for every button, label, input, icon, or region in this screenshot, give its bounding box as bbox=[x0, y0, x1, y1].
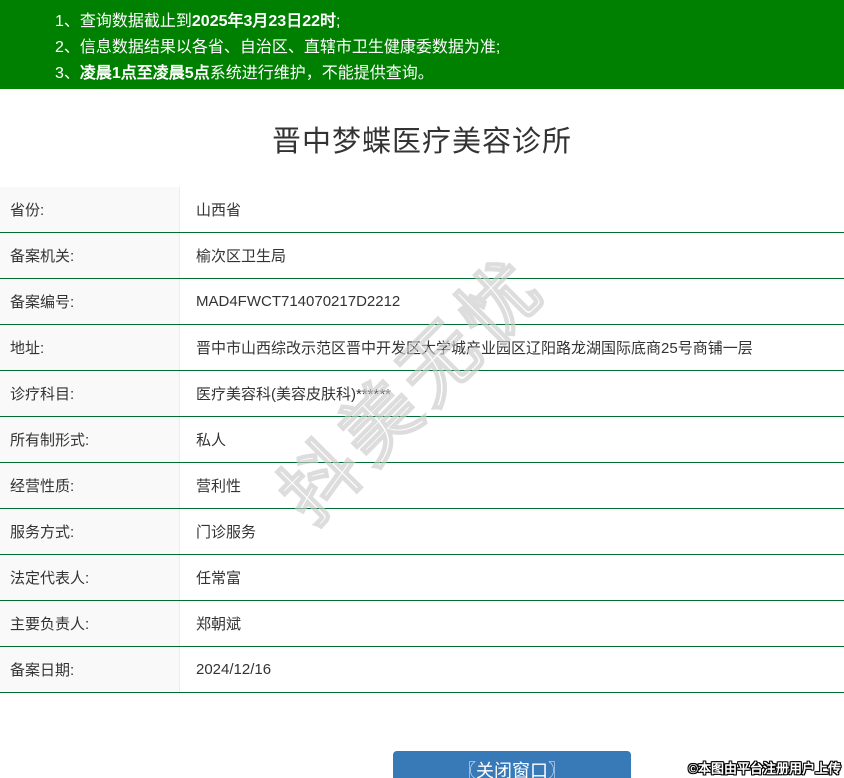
notice-3-bold: 凌晨1点至凌晨5点 bbox=[79, 65, 210, 82]
row-value: 营利性 bbox=[196, 478, 242, 495]
table-row-province: 省份: 山西省 bbox=[0, 187, 844, 233]
row-value: 任常富 bbox=[196, 570, 242, 587]
row-label: 法定代表人: bbox=[0, 555, 180, 600]
table-row-treatment-subjects: 诊疗科目: 医疗美容科(美容皮肤科)****** bbox=[0, 371, 844, 417]
page-title: 晋中梦蝶医疗美容诊所 bbox=[271, 126, 572, 158]
table-row-filing-date: 备案日期: 2024/12/16 bbox=[0, 647, 844, 693]
row-value: 医疗美容科(美容皮肤科)****** bbox=[196, 386, 392, 403]
notice-line-3: 3、凌晨1点至凌晨5点系统进行维护，不能提供查询。 bbox=[55, 61, 834, 87]
row-label: 备案日期: bbox=[0, 647, 180, 692]
table-row-legal-representative: 法定代表人: 任常富 bbox=[0, 555, 844, 601]
row-label: 经营性质: bbox=[0, 463, 180, 508]
row-value: 2024/12/16 bbox=[196, 661, 272, 678]
close-window-button[interactable]: 〖关闭窗口〗 bbox=[393, 751, 631, 778]
row-value: MAD4FWCT714070217D2212 bbox=[196, 293, 401, 310]
table-row-business-nature: 经营性质: 营利性 bbox=[0, 463, 844, 509]
table-row-filing-number: 备案编号: MAD4FWCT714070217D2212 bbox=[0, 279, 844, 325]
table-row-filing-authority: 备案机关: 榆次区卫生局 bbox=[0, 233, 844, 279]
notice-1-text: 1、查询数据截止到 bbox=[55, 13, 192, 30]
row-label: 所有制形式: bbox=[0, 417, 180, 462]
notice-header: 1、查询数据截止到2025年3月23日22时; 2、信息数据结果以各省、自治区、… bbox=[0, 0, 844, 89]
notice-1-bold: 2025年3月23日22时 bbox=[191, 13, 336, 30]
upload-credit-watermark: ©本图由平台注册用户上传 bbox=[688, 761, 841, 776]
table-row-service-mode: 服务方式: 门诊服务 bbox=[0, 509, 844, 555]
row-value: 郑朝斌 bbox=[196, 616, 242, 633]
notice-3-suffix: 系统进行维护，不能提供查询。 bbox=[209, 65, 434, 82]
row-value: 榆次区卫生局 bbox=[196, 248, 287, 265]
row-value: 门诊服务 bbox=[196, 524, 257, 541]
row-label: 地址: bbox=[0, 325, 180, 370]
table-row-address: 地址: 晋中市山西综改示范区晋中开发区大学城产业园区辽阳路龙湖国际底商25号商铺… bbox=[0, 325, 844, 371]
notice-line-2: 2、信息数据结果以各省、自治区、直辖市卫生健康委数据为准; bbox=[55, 35, 834, 61]
row-value: 晋中市山西综改示范区晋中开发区大学城产业园区辽阳路龙湖国际底商25号商铺一层 bbox=[196, 340, 753, 357]
row-label: 诊疗科目: bbox=[0, 371, 180, 416]
table-row-ownership-form: 所有制形式: 私人 bbox=[0, 417, 844, 463]
row-label: 备案编号: bbox=[0, 279, 180, 324]
row-label: 主要负责人: bbox=[0, 601, 180, 646]
row-label: 备案机关: bbox=[0, 233, 180, 278]
record-query-page: 1、查询数据截止到2025年3月23日22时; 2、信息数据结果以各省、自治区、… bbox=[0, 0, 844, 778]
row-value: 私人 bbox=[196, 432, 227, 449]
row-label: 服务方式: bbox=[0, 509, 180, 554]
row-value: 山西省 bbox=[196, 202, 242, 219]
row-label: 省份: bbox=[0, 187, 180, 232]
record-table: 省份: 山西省 备案机关: 榆次区卫生局 备案编号: MAD4FWCT71407… bbox=[0, 187, 844, 693]
notice-2-text: 2、信息数据结果以各省、自治区、直辖市卫生健康委数据为准; bbox=[55, 39, 501, 56]
notice-line-1: 1、查询数据截止到2025年3月23日22时; bbox=[55, 9, 834, 35]
notice-3-text: 3、 bbox=[55, 65, 80, 82]
notice-1-suffix: ; bbox=[336, 13, 341, 30]
table-row-main-responsible-person: 主要负责人: 郑朝斌 bbox=[0, 601, 844, 647]
